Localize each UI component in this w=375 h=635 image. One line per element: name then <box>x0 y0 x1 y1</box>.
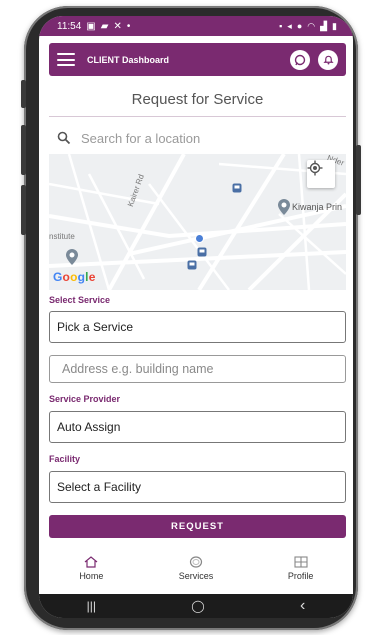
gallery-icon: ▣ <box>86 20 96 32</box>
menu-icon[interactable] <box>57 53 75 66</box>
service-label: Select Service <box>49 295 111 305</box>
bus-stop-icon <box>232 183 242 193</box>
fan-icon: ✕ <box>113 20 122 32</box>
nav-home-label: Home <box>79 570 104 581</box>
facility-value: Select a Facility <box>57 480 142 494</box>
nav-services-label: Services <box>178 570 214 581</box>
status-bar: 11:54 ▣ ▰ ✕ • ▪ ◂ ● ◠ ▟ ▮ <box>39 16 353 36</box>
my-location-icon[interactable] <box>307 160 335 188</box>
status-time: 11:54 <box>57 20 82 32</box>
phone-side-button <box>21 185 26 235</box>
location-icon: ● <box>296 21 303 31</box>
whatsapp-icon[interactable] <box>290 49 310 70</box>
dot-icon: • <box>126 20 131 32</box>
address-input[interactable]: Address e.g. building name <box>49 355 346 383</box>
profile-icon <box>294 555 308 568</box>
phone-side-button <box>356 145 361 215</box>
page-title: Request for Service <box>131 91 264 108</box>
place-pin-icon <box>66 249 78 265</box>
request-button[interactable]: REQUEST <box>49 515 346 538</box>
lock-icon: ▪ <box>279 21 283 31</box>
search-placeholder: Search for a location <box>81 130 201 146</box>
current-location-dot <box>195 234 204 243</box>
bus-stop-icon <box>197 247 207 257</box>
nav-profile[interactable]: Profile <box>256 555 346 581</box>
map-view[interactable]: Kairer Rd Nder nstitute Kiwanja Prin Goo… <box>49 154 346 290</box>
provider-value: Auto Assign <box>57 420 121 434</box>
provider-label: Service Provider <box>49 394 121 404</box>
recents-button[interactable]: ||| <box>87 599 96 613</box>
poi-pin-icon <box>278 199 290 215</box>
bus-stop-icon <box>187 260 197 270</box>
nav-services[interactable]: Services <box>151 555 241 581</box>
home-icon <box>84 555 98 568</box>
location-search[interactable]: Search for a location <box>57 127 337 149</box>
system-nav-bar: ||| ◯ ‹ <box>39 594 353 618</box>
mute-icon: ◂ <box>287 20 292 31</box>
phone-side-button <box>21 125 26 175</box>
bottom-nav: Home Services Profile <box>39 546 353 590</box>
signal-icon: ▟ <box>320 20 328 31</box>
app-screen: 11:54 ▣ ▰ ✕ • ▪ ◂ ● ◠ ▟ ▮ CLIENT Dashboa… <box>39 16 353 618</box>
map-poi-label: Kiwanja Prin <box>292 202 343 212</box>
facility-label: Facility <box>49 454 81 464</box>
search-icon <box>57 131 71 145</box>
message-icon: ▰ <box>100 20 109 32</box>
google-logo: Google <box>53 270 96 284</box>
nav-profile-label: Profile <box>287 570 314 581</box>
map-place-label: nstitute <box>49 232 75 241</box>
address-placeholder: Address e.g. building name <box>62 362 214 376</box>
app-bar: CLIENT Dashboard <box>49 43 346 76</box>
heading-divider <box>49 116 346 117</box>
battery-icon: ▮ <box>332 20 337 31</box>
app-title: CLIENT Dashboard <box>87 54 170 65</box>
facility-select[interactable]: Select a Facility <box>49 471 346 503</box>
back-button[interactable]: ‹ <box>300 597 305 615</box>
bell-icon[interactable] <box>318 49 338 70</box>
nav-home[interactable]: Home <box>46 555 136 581</box>
phone-side-button <box>21 80 26 108</box>
wifi-icon: ◠ <box>307 20 316 31</box>
services-icon <box>189 555 203 568</box>
system-home-button[interactable]: ◯ <box>191 599 204 613</box>
provider-select[interactable]: Auto Assign <box>49 411 346 443</box>
service-value: Pick a Service <box>57 320 134 334</box>
service-select[interactable]: Pick a Service <box>49 311 346 343</box>
